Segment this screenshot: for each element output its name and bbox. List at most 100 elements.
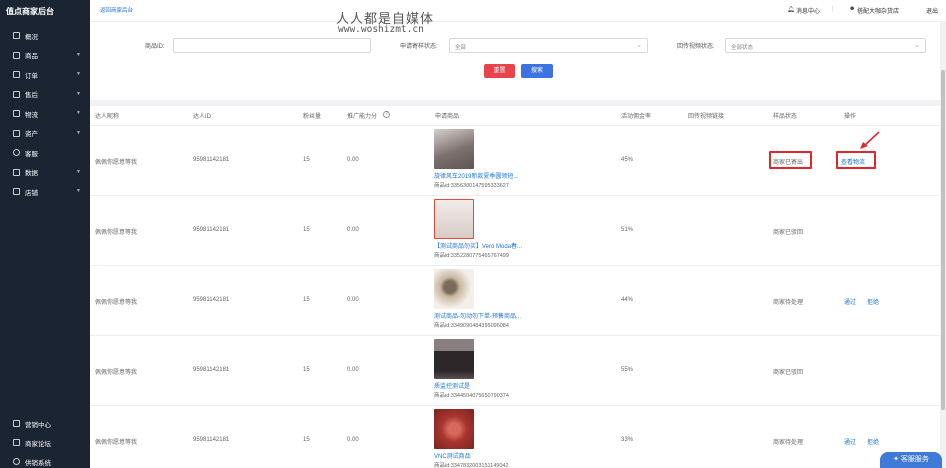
sidebar-bottom: 营销中心 商家论坛 供销系统 bbox=[0, 414, 90, 468]
promo-score: 0.00 bbox=[347, 227, 359, 233]
product-thumbnail[interactable] bbox=[434, 409, 474, 449]
product-id-input[interactable] bbox=[173, 38, 371, 53]
sidebar-item-label: 店铺 bbox=[25, 189, 38, 197]
chevron-down-icon: ▼ bbox=[76, 90, 81, 97]
view-logistics-link[interactable]: 查看物流 bbox=[841, 157, 865, 166]
promo-score: 0.00 bbox=[347, 157, 359, 163]
sidebar-item-supply[interactable]: 供销系统 bbox=[0, 452, 90, 468]
headset-icon bbox=[13, 149, 20, 157]
talent-nickname: 佩佩你愿意等我 bbox=[95, 370, 138, 376]
promo-score: 0.00 bbox=[347, 367, 359, 373]
user-icon: ☻ bbox=[849, 6, 856, 12]
product-name-link[interactable]: 测试商品-勿动勿下单-预售商品... bbox=[434, 311, 521, 320]
header-commission: 活动佣金率 bbox=[621, 114, 652, 120]
scrollbar-thumb[interactable] bbox=[941, 70, 945, 410]
sidebar-item-label: 售后 bbox=[25, 92, 38, 100]
breadcrumb[interactable]: 返回商家后台 bbox=[100, 6, 133, 14]
commission-rate: 33% bbox=[621, 437, 634, 443]
sample-status: 商家已驳回 bbox=[773, 230, 804, 236]
video-status-label: 回传视频状态: bbox=[677, 44, 715, 50]
fans-count: 15 bbox=[303, 367, 310, 373]
logout-link[interactable]: 退出 bbox=[926, 6, 938, 15]
header-status: 样品状态 bbox=[773, 114, 798, 120]
sidebar-item-logistics[interactable]: 物流 ▼ bbox=[0, 104, 90, 124]
product-thumbnail[interactable] bbox=[434, 199, 474, 239]
sample-status: 商家待处理 bbox=[773, 300, 804, 306]
approve-link[interactable]: 通过 bbox=[844, 437, 856, 446]
product-id: 商品id:3347832003151149042 bbox=[434, 463, 509, 468]
chevron-down-icon: ▼ bbox=[76, 71, 81, 77]
sample-status-value: 全部 bbox=[455, 45, 467, 51]
sidebar-item-assets[interactable]: 资产 ▼ bbox=[0, 124, 90, 144]
product-name-link[interactable]: 旋律风车2019新款夏季圆领短... bbox=[434, 171, 518, 180]
sidebar-item-data[interactable]: 数据 ▼ bbox=[0, 163, 90, 183]
truck-icon bbox=[13, 110, 20, 118]
product-name-link[interactable]: VNC测试商品 bbox=[434, 451, 471, 460]
talent-id: 95981142181 bbox=[193, 437, 230, 443]
sample-status: 商家已寄出 bbox=[773, 160, 804, 166]
bag-icon bbox=[13, 51, 20, 59]
promo-score: 0.00 bbox=[347, 437, 359, 443]
table-row: 佩佩你愿意等我 95981142181 15 0.00 【测试商品勿买】Vero… bbox=[90, 196, 941, 266]
commission-rate: 51% bbox=[621, 227, 634, 233]
megaphone-icon bbox=[13, 420, 20, 427]
forum-icon bbox=[13, 439, 20, 446]
product-name-link[interactable]: 【测试商品勿买】Vero Moda春... bbox=[434, 241, 522, 250]
sidebar-item-service[interactable]: 客服 bbox=[0, 143, 90, 163]
sample-status-select[interactable]: 全部 ⌄ bbox=[449, 38, 648, 53]
product-id: 商品id:3344504075650790374 bbox=[434, 393, 509, 399]
sidebar-item-marketing[interactable]: 营销中心 bbox=[0, 414, 90, 433]
reset-button[interactable]: 重置 bbox=[484, 64, 515, 78]
sidebar-item-orders[interactable]: 订单 ▼ bbox=[0, 65, 90, 85]
sidebar-item-label: 物流 bbox=[25, 111, 38, 119]
video-status-value: 全部状态 bbox=[731, 45, 754, 51]
aftersale-icon bbox=[13, 90, 20, 98]
sidebar-item-label: 商家论坛 bbox=[25, 440, 51, 448]
messages-link[interactable]: 消息中心 bbox=[796, 6, 820, 15]
sidebar-item-overview[interactable]: 概况 bbox=[0, 26, 90, 46]
product-thumbnail[interactable] bbox=[434, 129, 474, 169]
talent-id: 95981142181 bbox=[193, 367, 230, 373]
bell-icon[interactable]: 🔔︎ bbox=[787, 6, 795, 13]
talent-nickname: 佩佩你愿意等我 bbox=[95, 160, 138, 166]
red-arrow-icon bbox=[860, 131, 880, 149]
help-icon[interactable]: ? bbox=[383, 111, 390, 118]
account-name[interactable]: 搭配大咖杂货店 bbox=[857, 6, 899, 15]
chevron-down-icon: ▼ bbox=[76, 110, 81, 116]
sidebar-item-shop[interactable]: 店铺 ▼ bbox=[0, 182, 90, 202]
chevron-down-icon: ▼ bbox=[76, 168, 81, 175]
product-id: 商品id:3356300147595333627 bbox=[434, 183, 509, 189]
sample-status: 商家待处理 bbox=[773, 440, 804, 446]
sidebar-item-forum[interactable]: 商家论坛 bbox=[0, 433, 90, 452]
search-button[interactable]: 搜索 bbox=[521, 64, 553, 78]
sidebar-item-label: 数据 bbox=[25, 170, 38, 178]
reject-link[interactable]: 拒绝 bbox=[867, 297, 879, 306]
brand-title: 值点商家后台 bbox=[6, 7, 54, 16]
scrollbar[interactable] bbox=[940, 22, 946, 468]
header-actions: 操作 bbox=[844, 114, 857, 120]
sample-status-label: 申请寄样状态: bbox=[400, 44, 438, 50]
reject-link[interactable]: 拒绝 bbox=[867, 437, 879, 446]
header-product: 申请商品 bbox=[435, 114, 460, 120]
approve-link[interactable]: 通过 bbox=[844, 297, 856, 306]
product-name-link[interactable]: 质监控测试是 bbox=[434, 381, 470, 390]
fans-count: 15 bbox=[303, 437, 310, 443]
service-label: 客服服务 bbox=[900, 456, 929, 463]
product-thumbnail[interactable] bbox=[434, 339, 474, 379]
topbar: 返回商家后台 🔔︎ 消息中心 | ☻ 搭配大咖杂货店 退出 bbox=[90, 0, 946, 22]
table-row: 佩佩你愿意等我 95981142181 15 0.00 旋律风车2019新款夏季… bbox=[90, 126, 941, 196]
video-status-select[interactable]: 全部状态 ⌄ bbox=[725, 38, 926, 53]
customer-service-button[interactable]: ✦ 客服服务 bbox=[880, 452, 942, 468]
header-nickname: 达人昵称 bbox=[95, 114, 120, 120]
sidebar-item-aftersale[interactable]: 售后 ▼ bbox=[0, 85, 90, 105]
sidebar-item-label: 订单 bbox=[25, 72, 38, 80]
table-row: 佩佩你愿意等我 95981142181 15 0.00 质监控测试是 商品id:… bbox=[90, 336, 941, 406]
talent-nickname: 佩佩你愿意等我 bbox=[95, 440, 138, 446]
product-id: 商品id:3349090484395096084 bbox=[434, 323, 509, 329]
promo-score: 0.00 bbox=[347, 297, 359, 303]
sample-status: 商家已驳回 bbox=[773, 370, 804, 376]
sidebar: 值点商家后台 概况 商品 ▼ 订单 ▼ 售后 ▼ 物流 ▼ 资产 ▼ 客服 数据 ▼ 店铺 ▼… bbox=[0, 0, 90, 468]
sidebar-item-products[interactable]: 商品 ▼ bbox=[0, 46, 90, 66]
sidebar-item-label: 营销中心 bbox=[25, 421, 51, 429]
product-thumbnail[interactable] bbox=[434, 269, 474, 309]
